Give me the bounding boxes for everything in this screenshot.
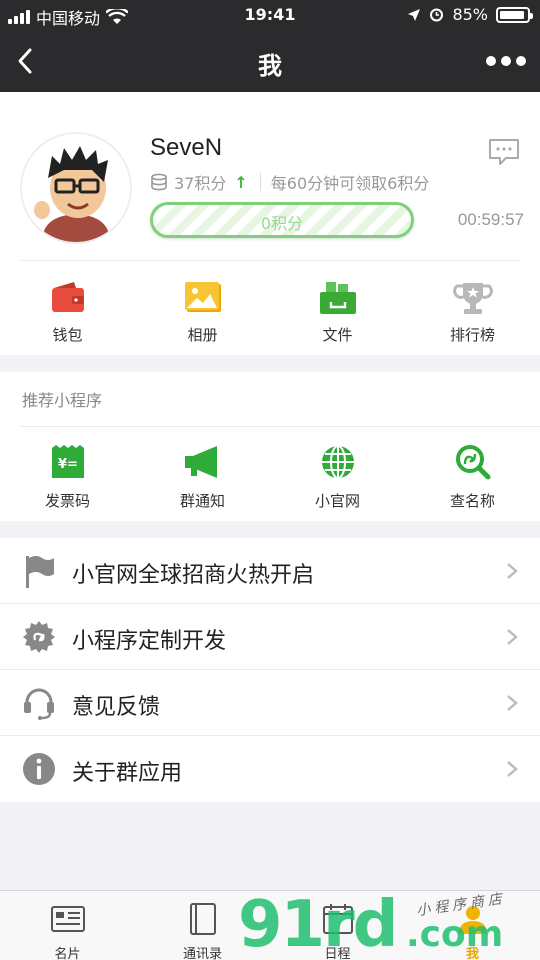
menu-item-custom-dev[interactable]: 小程序定制开发	[0, 604, 540, 670]
ranking-button[interactable]: 排行榜	[405, 272, 540, 344]
divider	[20, 260, 520, 261]
ranking-label: 排行榜	[449, 326, 495, 344]
page-title: 我	[258, 52, 282, 80]
card-icon	[50, 906, 85, 932]
progress-label: 0积分	[260, 214, 304, 233]
mini-site-label: 小官网	[314, 492, 360, 510]
name-search-label: 查名称	[449, 492, 495, 510]
section-title: 推荐小程序	[22, 391, 103, 410]
info-icon	[23, 753, 55, 785]
headset-icon	[24, 688, 54, 720]
mini-programs-section: 推荐小程序 ¥= 发票码 群通知 小官网 查名称	[0, 372, 540, 521]
more-icon[interactable]	[486, 50, 526, 72]
tab-label: 日程	[324, 947, 351, 960]
tab-label: 名片	[54, 947, 81, 960]
points-row: 37积分 ↑ 每60分钟可领取6积分	[150, 170, 429, 194]
alarm-icon	[430, 8, 444, 22]
invoice-label: 发票码	[44, 492, 90, 510]
avatar-illustration	[22, 134, 130, 242]
points-hint: 每60分钟可领取6积分	[270, 174, 430, 193]
chevron-right-icon	[507, 629, 518, 645]
tab-me[interactable]: 我	[405, 891, 540, 960]
menu-item-feedback[interactable]: 意见反馈	[0, 670, 540, 736]
tab-label: 通讯录	[182, 947, 222, 960]
points-progress-bar[interactable]: 0积分	[150, 202, 414, 238]
menu-list: 小官网全球招商火热开启 小程序定制开发 意见反馈 关于群应用	[0, 538, 540, 802]
group-notice-label: 群通知	[179, 492, 225, 510]
mini-programs-grid: ¥= 发票码 群通知 小官网 查名称	[0, 442, 540, 511]
file-button[interactable]: 文件	[270, 272, 405, 344]
menu-item-label: 关于群应用	[72, 761, 183, 786]
globe-icon	[321, 445, 354, 479]
nav-bar: 我	[0, 30, 540, 92]
coins-icon	[151, 173, 167, 191]
contacts-icon	[189, 903, 216, 935]
battery-icon	[496, 6, 533, 23]
menu-item-investment[interactable]: 小官网全球招商火热开启	[0, 538, 540, 604]
menu-item-about[interactable]: 关于群应用	[0, 736, 540, 802]
calendar-icon	[322, 904, 353, 934]
wallet-label: 钱包	[52, 326, 83, 344]
album-icon	[184, 282, 221, 312]
chevron-right-icon	[507, 761, 518, 777]
tab-contacts[interactable]: 通讯录	[135, 891, 270, 960]
album-label: 相册	[187, 326, 218, 344]
tab-bar: 名片 通讯录 日程 我	[0, 890, 540, 960]
invoice-button[interactable]: ¥= 发票码	[0, 442, 135, 511]
status-right: 85%	[407, 5, 533, 24]
points-separator	[259, 173, 261, 191]
battery-percent: 85%	[452, 5, 488, 24]
megaphone-icon	[184, 446, 217, 478]
file-icon	[319, 282, 356, 314]
menu-item-label: 小程序定制开发	[72, 629, 227, 654]
username: SeveN	[150, 134, 223, 161]
mini-site-button[interactable]: 小官网	[270, 442, 405, 511]
wallet-icon	[51, 282, 84, 312]
svg-text:¥=: ¥=	[58, 457, 78, 472]
points-value: 37积分	[174, 174, 227, 193]
profile-card: SeveN 37积分 ↑ 每60分钟可领取6积分 0积分 00:59:57 钱包…	[0, 92, 540, 355]
name-search-button[interactable]: 查名称	[405, 442, 540, 511]
tab-schedule[interactable]: 日程	[270, 891, 405, 960]
trophy-icon	[452, 283, 493, 314]
search-name-icon	[455, 445, 490, 480]
invoice-icon: ¥=	[51, 445, 84, 478]
chevron-right-icon	[507, 563, 518, 579]
points-up-icon: ↑	[234, 172, 248, 192]
menu-item-label: 意见反馈	[72, 695, 161, 720]
tab-card[interactable]: 名片	[0, 891, 135, 960]
wallet-button[interactable]: 钱包	[0, 272, 135, 344]
gear-icon	[23, 621, 55, 653]
chevron-right-icon	[507, 695, 518, 711]
status-bar: 中国移动 19:41 85%	[0, 0, 540, 30]
message-icon[interactable]	[488, 138, 520, 166]
quick-actions: 钱包 相册 文件 排行榜	[0, 272, 540, 344]
countdown-timer: 00:59:57	[457, 210, 524, 229]
group-notice-button[interactable]: 群通知	[135, 442, 270, 511]
file-label: 文件	[322, 326, 353, 344]
tab-label: 我	[465, 947, 479, 960]
menu-item-label: 小官网全球招商火热开启	[72, 563, 315, 588]
album-button[interactable]: 相册	[135, 272, 270, 344]
divider	[20, 426, 540, 427]
flag-icon	[26, 556, 54, 588]
avatar[interactable]	[20, 132, 132, 244]
me-icon	[458, 906, 487, 934]
location-icon	[408, 8, 421, 21]
